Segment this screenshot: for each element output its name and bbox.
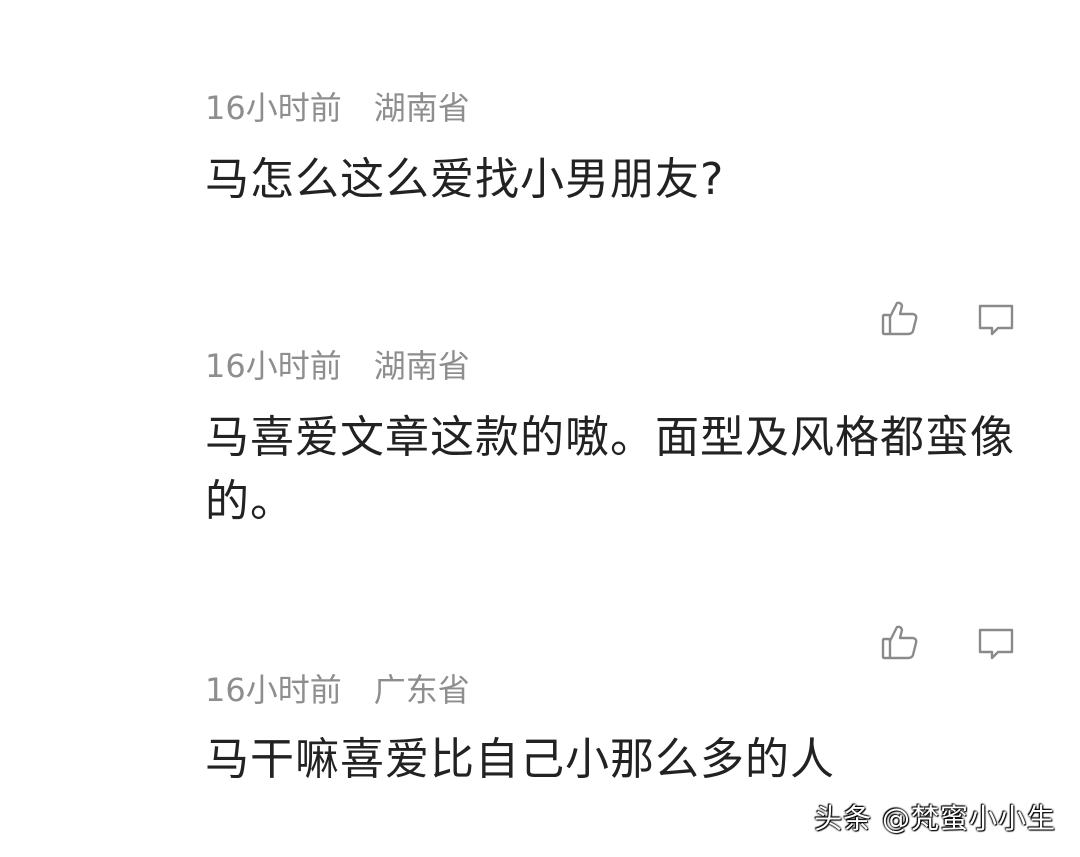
thumbs-up-icon: [881, 625, 918, 660]
comment-text: 马干嘛喜爱比自己小那么多的人: [205, 734, 835, 785]
thumbs-up-icon: [881, 301, 918, 336]
comment-meta: 16小时前 湖南省: [205, 346, 470, 386]
reply-button[interactable]: [974, 296, 1018, 340]
comment-meta: 16小时前 广东省: [205, 670, 470, 710]
comment-region: 湖南省: [373, 89, 470, 127]
watermark: 头条 @梵蜜小小生: [814, 802, 1056, 835]
comment-text: 马喜爱文章这款的嗷。面型及风格都蛮像的。: [205, 412, 1015, 527]
comment-text: 马怎么这么爱找小男朋友?: [205, 154, 725, 205]
comment-actions: [0, 296, 1080, 342]
like-button[interactable]: [878, 296, 922, 340]
comment-region: 湖南省: [373, 347, 470, 385]
comment-meta: 16小时前 湖南省: [205, 88, 470, 128]
comment-time: 16小时前: [205, 347, 342, 385]
comment-region: 广东省: [373, 671, 470, 709]
comment-bubble-icon: [978, 628, 1014, 660]
comment-time: 16小时前: [205, 89, 342, 127]
reply-button[interactable]: [974, 620, 1018, 664]
comment-time: 16小时前: [205, 671, 342, 709]
like-button[interactable]: [878, 620, 922, 664]
comment-actions: [0, 620, 1080, 666]
comment-bubble-icon: [978, 304, 1014, 336]
